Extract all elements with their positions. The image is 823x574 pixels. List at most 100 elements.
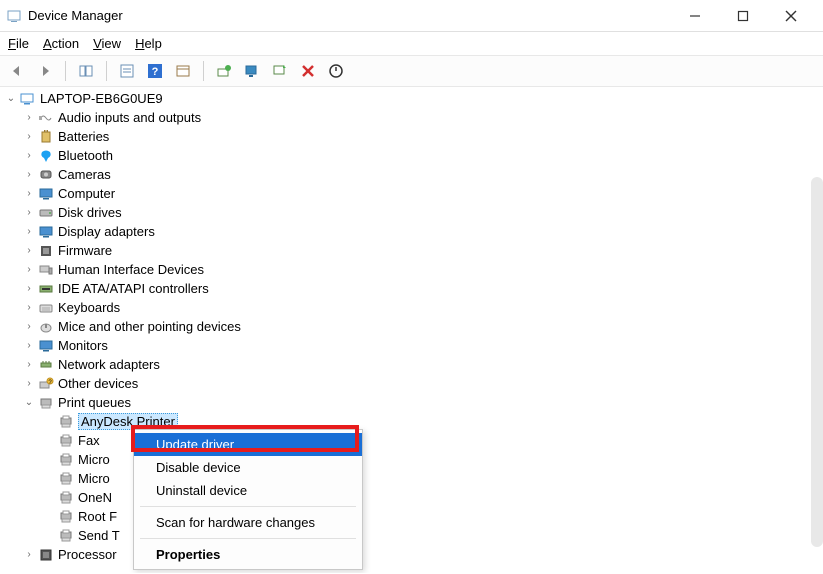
show-hide-tree-button[interactable]: [75, 60, 97, 82]
update-driver-icon[interactable]: [213, 60, 235, 82]
expander-icon[interactable]: ›: [22, 302, 36, 313]
category-row[interactable]: › Computer: [0, 184, 823, 203]
category-label: Audio inputs and outputs: [58, 110, 201, 125]
window-controls: [681, 2, 823, 30]
expander-icon[interactable]: ›: [22, 112, 36, 123]
category-label: Disk drives: [58, 205, 122, 220]
device-label: Send T: [78, 528, 120, 543]
category-label: Processor: [58, 547, 117, 562]
device-label: AnyDesk Printer: [78, 413, 178, 430]
close-button[interactable]: [777, 2, 805, 30]
expander-icon[interactable]: ›: [22, 245, 36, 256]
root-node[interactable]: ⌄ LAPTOP-EB6G0UE9: [0, 89, 823, 108]
device-row[interactable]: Micro: [0, 469, 823, 488]
category-row[interactable]: › Batteries: [0, 127, 823, 146]
category-icon: [38, 395, 54, 411]
expander-icon[interactable]: ›: [22, 131, 36, 142]
back-button[interactable]: [6, 60, 28, 82]
device-label: Micro: [78, 452, 110, 467]
expander-icon[interactable]: ⌄: [4, 93, 18, 104]
svg-text:?: ?: [152, 66, 159, 78]
menu-action[interactable]: Action: [43, 36, 79, 51]
category-icon: [38, 129, 54, 145]
category-processors[interactable]: › Processor: [0, 545, 823, 564]
category-row[interactable]: › Display adapters: [0, 222, 823, 241]
window-title: Device Manager: [28, 8, 123, 23]
context-properties[interactable]: Properties: [134, 543, 362, 566]
context-uninstall-device[interactable]: Uninstall device: [134, 479, 362, 502]
disable-device-icon[interactable]: [325, 60, 347, 82]
expander-icon[interactable]: ›: [22, 321, 36, 332]
category-icon: [38, 243, 54, 259]
category-row[interactable]: ›Human Interface Devices: [0, 260, 823, 279]
category-icon: [38, 281, 54, 297]
category-label: Computer: [58, 186, 115, 201]
expander-icon[interactable]: ›: [22, 188, 36, 199]
category-row[interactable]: › Network adapters: [0, 355, 823, 374]
expander-icon[interactable]: ›: [22, 169, 36, 180]
category-icon: ?: [38, 376, 54, 392]
category-label: Keyboards: [58, 300, 120, 315]
category-row[interactable]: ›Bluetooth: [0, 146, 823, 165]
category-row[interactable]: ›Mice and other pointing devices: [0, 317, 823, 336]
expander-icon[interactable]: ›: [22, 207, 36, 218]
context-scan-hardware[interactable]: Scan for hardware changes: [134, 511, 362, 534]
uninstall-device-icon[interactable]: [297, 60, 319, 82]
device-label: Micro: [78, 471, 110, 486]
menubar: File Action View Help: [0, 32, 823, 55]
context-disable-device[interactable]: Disable device: [134, 456, 362, 479]
scrollbar[interactable]: [811, 177, 823, 547]
device-row[interactable]: Micro: [0, 450, 823, 469]
category-label: Display adapters: [58, 224, 155, 239]
device-row[interactable]: Fax: [0, 431, 823, 450]
device-label: Root F: [78, 509, 117, 524]
device-label: Fax: [78, 433, 100, 448]
device-row[interactable]: AnyDesk Printer: [0, 412, 823, 431]
category-label: IDE ATA/ATAPI controllers: [58, 281, 209, 296]
category-row[interactable]: › Disk drives: [0, 203, 823, 222]
properties-icon[interactable]: [116, 60, 138, 82]
menu-view[interactable]: View: [93, 36, 121, 51]
category-row[interactable]: ›?Other devices: [0, 374, 823, 393]
context-update-driver[interactable]: Update driver: [134, 433, 362, 456]
category-row[interactable]: ›Monitors: [0, 336, 823, 355]
device-row[interactable]: Root F: [0, 507, 823, 526]
expander-icon[interactable]: ›: [22, 150, 36, 161]
expander-icon[interactable]: ›: [22, 264, 36, 275]
category-row[interactable]: › IDE ATA/ATAPI controllers: [0, 279, 823, 298]
category-row[interactable]: › Audio inputs and outputs: [0, 108, 823, 127]
device-tree[interactable]: ⌄ LAPTOP-EB6G0UE9 › Audio inputs and outp…: [0, 87, 823, 573]
forward-button[interactable]: [34, 60, 56, 82]
category-row[interactable]: ›Firmware: [0, 241, 823, 260]
expander-icon[interactable]: ›: [22, 378, 36, 389]
action-icon[interactable]: [172, 60, 194, 82]
category-label: Batteries: [58, 129, 109, 144]
toolbar: ?: [0, 55, 823, 87]
printer-icon: [58, 509, 74, 525]
menu-help[interactable]: Help: [135, 36, 162, 51]
processor-icon: [38, 547, 54, 563]
device-row[interactable]: OneN: [0, 488, 823, 507]
maximize-button[interactable]: [729, 2, 757, 30]
computer-icon: [20, 91, 36, 107]
expander-icon[interactable]: ›: [22, 226, 36, 237]
category-icon: [38, 167, 54, 183]
device-row[interactable]: Send T: [0, 526, 823, 545]
root-label: LAPTOP-EB6G0UE9: [40, 91, 163, 106]
expander-icon[interactable]: ›: [22, 549, 36, 560]
help-icon[interactable]: ?: [144, 60, 166, 82]
category-row[interactable]: › Keyboards: [0, 298, 823, 317]
menu-file[interactable]: File: [8, 36, 29, 51]
app-icon: [6, 8, 22, 24]
expander-icon[interactable]: ⌄: [22, 397, 36, 408]
context-menu: Update driver Disable device Uninstall d…: [133, 429, 363, 570]
minimize-button[interactable]: [681, 2, 709, 30]
expander-icon[interactable]: ›: [22, 340, 36, 351]
expander-icon[interactable]: ›: [22, 359, 36, 370]
scan-hardware-icon[interactable]: [241, 60, 263, 82]
expander-icon[interactable]: ›: [22, 283, 36, 294]
category-row[interactable]: ⌄Print queues: [0, 393, 823, 412]
category-label: Network adapters: [58, 357, 160, 372]
enable-device-icon[interactable]: [269, 60, 291, 82]
category-row[interactable]: ›Cameras: [0, 165, 823, 184]
